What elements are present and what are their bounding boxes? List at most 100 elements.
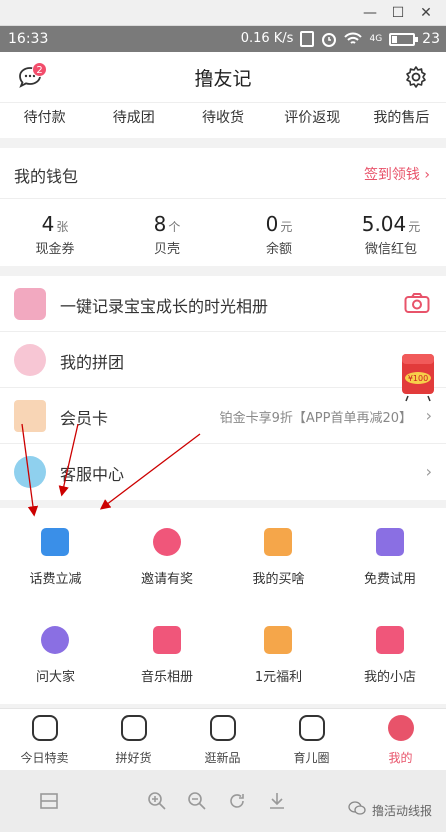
service-music-album[interactable]: 音乐相册 bbox=[112, 606, 223, 704]
service-phone-bill[interactable]: 话费立减 bbox=[0, 508, 111, 606]
service-label: 1元福利 bbox=[254, 670, 303, 685]
service-question[interactable]: 问大家 bbox=[0, 606, 111, 704]
service-one-yuan[interactable]: 1元福利 bbox=[223, 606, 334, 704]
customer-service-icon bbox=[14, 456, 46, 488]
stat-unit: 张 bbox=[56, 220, 69, 234]
app-header: 2 撸友记 bbox=[0, 52, 446, 102]
stat-label: 余额 bbox=[265, 242, 292, 257]
chevron-right-icon: › bbox=[425, 462, 432, 481]
services-grid: 话费立减 邀请有奖 我的买啥 免费试用问大家 音乐相册 1元福利 我的小店 bbox=[0, 508, 446, 704]
list-item-label: 会员卡 bbox=[60, 409, 109, 428]
zoom-out-icon[interactable] bbox=[186, 790, 208, 812]
phone-bill-icon bbox=[41, 528, 69, 556]
eye-icon bbox=[210, 715, 236, 741]
stat-balance[interactable]: 0元 余额 bbox=[224, 212, 334, 257]
stat-unit: 个 bbox=[168, 220, 181, 234]
service-label: 邀请有奖 bbox=[140, 572, 193, 587]
service-label: 音乐相册 bbox=[140, 670, 193, 685]
list-item-label: 我的拼团 bbox=[60, 353, 125, 372]
gift-icon bbox=[375, 528, 404, 556]
tab-pending-group[interactable]: 待成团 bbox=[89, 103, 178, 138]
close-button[interactable]: ✕ bbox=[414, 2, 438, 24]
stat-label: 微信红包 bbox=[364, 242, 417, 257]
divider bbox=[0, 198, 446, 199]
nav-item-eye[interactable]: 逛新品 bbox=[178, 709, 267, 771]
layout-icon[interactable] bbox=[38, 790, 60, 812]
nav-label: 拼好货 bbox=[115, 751, 152, 765]
tab-pending-payment[interactable]: 待付款 bbox=[0, 103, 89, 138]
stat-wechat-redpacket[interactable]: 5.04 元 微信红包 bbox=[336, 212, 446, 257]
battery-fill bbox=[392, 35, 398, 43]
gear-icon[interactable] bbox=[404, 65, 428, 89]
page-title: 撸友记 bbox=[194, 68, 252, 90]
service-invite[interactable]: 邀请有奖 bbox=[112, 508, 223, 606]
vip-card-icon bbox=[14, 400, 46, 432]
signal-indicator: 4G bbox=[369, 34, 383, 44]
group-icon bbox=[121, 715, 147, 741]
network-speed: 0.16 K/s bbox=[240, 31, 294, 46]
nav-item-group[interactable]: 拼好货 bbox=[89, 709, 178, 771]
service-label: 话费立减 bbox=[29, 572, 82, 587]
vip-card-description: 铂金卡享9折【APP首单再减20】 bbox=[219, 411, 412, 426]
image-viewer-toolbar: 撸活动线报 bbox=[0, 770, 446, 832]
feature-list: 一键记录宝宝成长的时光相册 我的拼团 会员卡 铂金卡享9折【APP首单再减20】… bbox=[0, 276, 446, 500]
red-packet-mascot-icon[interactable]: ¥100 bbox=[398, 350, 438, 402]
order-status-tabs: 待付款 待成团 待收货 评价返现 我的售后 bbox=[0, 102, 446, 138]
heart-chat-icon bbox=[299, 715, 325, 741]
service-label: 我的小店 bbox=[363, 670, 416, 685]
invite-icon bbox=[152, 528, 181, 556]
rotate-icon[interactable] bbox=[226, 790, 248, 812]
service-shopping-list[interactable]: 我的买啥 bbox=[223, 508, 334, 606]
minimize-button[interactable]: — bbox=[358, 2, 382, 24]
shopping-list-icon bbox=[264, 528, 292, 556]
stat-coupons[interactable]: 4张 现金券 bbox=[0, 212, 110, 257]
tag-icon bbox=[32, 715, 58, 741]
watermark-text: 撸活动线报 bbox=[371, 804, 432, 818]
list-item-vip-card[interactable]: 会员卡 铂金卡享9折【APP首单再减20】 › bbox=[0, 388, 446, 444]
nav-item-tag[interactable]: 今日特卖 bbox=[0, 709, 89, 771]
battery-level: 23 bbox=[422, 31, 440, 47]
wallet-card: 我的钱包 签到领钱 › 4张 现金券 8个 贝壳 0元 余额 5.04 元 微信红… bbox=[0, 148, 446, 266]
one-yuan-icon bbox=[264, 626, 292, 654]
stat-shells[interactable]: 8个 贝壳 bbox=[112, 212, 222, 257]
list-item-label: 一键记录宝宝成长的时光相册 bbox=[60, 297, 269, 316]
download-icon[interactable] bbox=[266, 790, 288, 812]
nav-item-profile[interactable]: 我的 bbox=[356, 709, 445, 771]
list-item-my-groups[interactable]: 我的拼团 bbox=[0, 332, 446, 388]
wechat-icon bbox=[348, 801, 366, 815]
tab-after-sales[interactable]: 我的售后 bbox=[357, 103, 446, 138]
shop-icon bbox=[375, 626, 404, 654]
chevron-right-icon: › bbox=[425, 406, 432, 425]
profile-icon bbox=[388, 715, 414, 741]
tab-pending-receipt[interactable]: 待收货 bbox=[178, 103, 267, 138]
music-album-icon bbox=[152, 626, 181, 654]
tab-review-cashback[interactable]: 评价返现 bbox=[268, 103, 357, 138]
camera-icon[interactable] bbox=[404, 292, 430, 314]
nav-item-heart-chat[interactable]: 育儿圈 bbox=[267, 709, 356, 771]
stat-value: 0 bbox=[265, 212, 279, 236]
bottom-navigation: 今日特卖 拼好货 逛新品 育儿圈 我的 bbox=[0, 708, 446, 770]
checkin-link[interactable]: 签到领钱 › bbox=[364, 164, 430, 184]
battery-icon bbox=[389, 32, 419, 46]
stat-label: 贝壳 bbox=[153, 242, 180, 257]
question-icon bbox=[41, 626, 69, 654]
list-item-baby-album[interactable]: 一键记录宝宝成长的时光相册 bbox=[0, 276, 446, 332]
stat-unit: 元 bbox=[280, 220, 293, 234]
zoom-in-icon[interactable] bbox=[146, 790, 168, 812]
chevron-right-icon: › bbox=[419, 167, 430, 183]
vibrate-icon bbox=[300, 31, 315, 47]
alarm-icon bbox=[322, 33, 337, 47]
nav-label: 我的 bbox=[388, 751, 413, 765]
stat-value: 8 bbox=[153, 212, 167, 236]
maximize-button[interactable]: ☐ bbox=[386, 2, 410, 24]
service-gift[interactable]: 免费试用 bbox=[335, 508, 446, 606]
service-label: 我的买啥 bbox=[252, 572, 305, 587]
red-packet-amount: ¥100 bbox=[408, 374, 428, 383]
status-bar: 16:33 0.16 K/s 4G 23 bbox=[0, 26, 446, 52]
checkin-label: 签到领钱 bbox=[363, 167, 420, 183]
list-item-customer-service[interactable]: 客服中心 › bbox=[0, 444, 446, 500]
service-shop[interactable]: 我的小店 bbox=[335, 606, 446, 704]
status-time: 16:33 bbox=[8, 31, 49, 47]
nav-label: 今日特卖 bbox=[20, 751, 69, 765]
nav-label: 育儿圈 bbox=[293, 751, 330, 765]
